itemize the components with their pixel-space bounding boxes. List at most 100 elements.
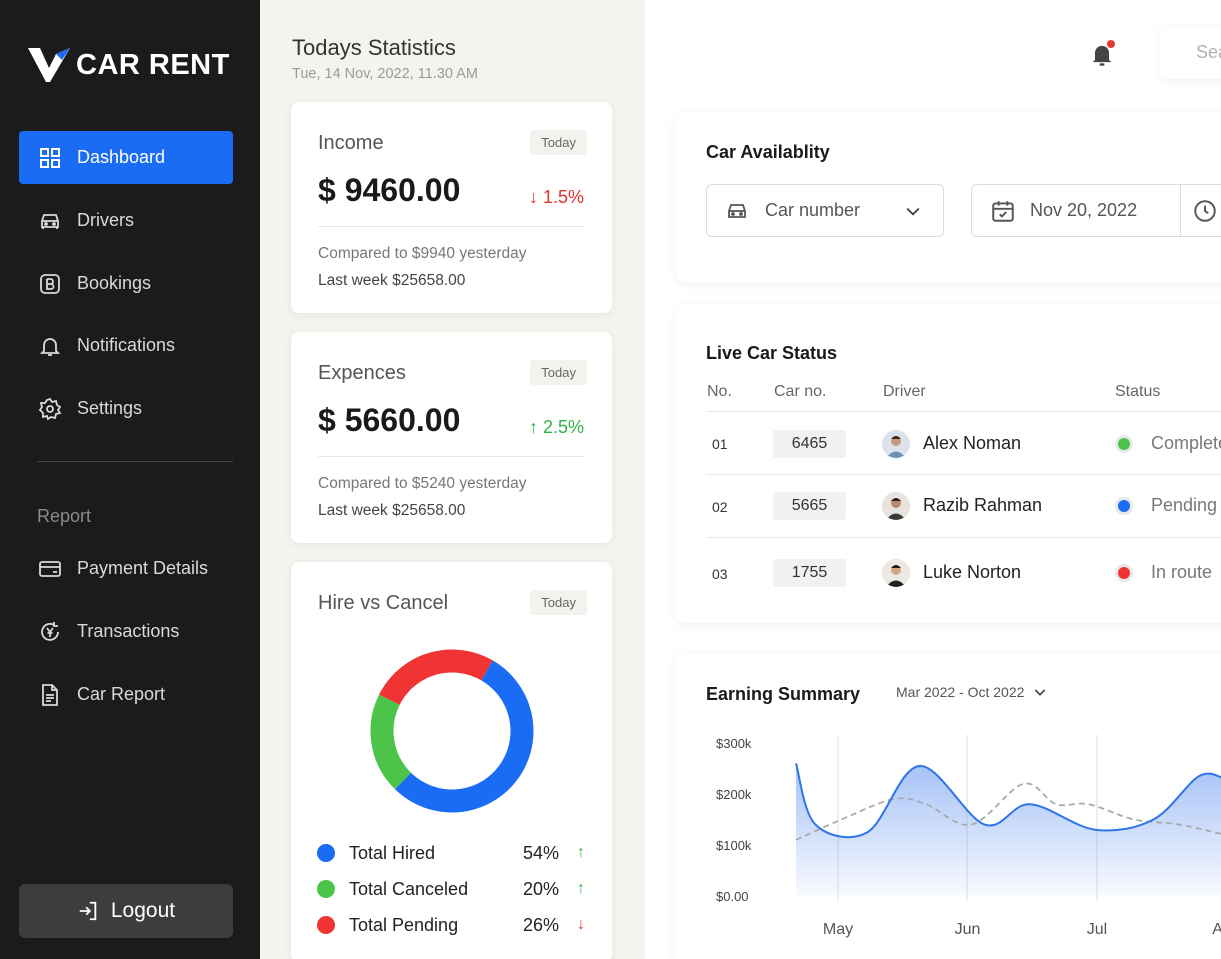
legend-dot bbox=[317, 916, 335, 934]
logout-label: Logout bbox=[110, 899, 176, 922]
legend-percent: 20% bbox=[522, 878, 559, 899]
earning-summary-card: Earning Summary Mar 2022 - Oct 2022 $300… bbox=[676, 653, 1221, 959]
notification-badge bbox=[1107, 40, 1115, 48]
sidebar-item-settings[interactable]: Settings bbox=[19, 382, 233, 435]
income-change: ↓ 1.5% bbox=[528, 187, 584, 207]
y-tick-label: $300k bbox=[716, 736, 752, 751]
car-number-chip: 5665 bbox=[773, 492, 846, 520]
card-divider bbox=[318, 456, 585, 457]
car-number-chip: 1755 bbox=[773, 559, 846, 587]
gear-icon bbox=[37, 396, 63, 422]
legend-label: Total Hired bbox=[349, 842, 436, 863]
income-card: Income Today $ 9460.00 ↓ 1.5% Compared t… bbox=[291, 102, 612, 313]
logout-button[interactable]: Logout bbox=[19, 884, 233, 938]
sidebar: CAR RENT Dashboard Drivers Bookings Noti… bbox=[0, 0, 260, 959]
donut-slice-total-hired bbox=[370, 649, 534, 813]
wallet-icon bbox=[37, 556, 63, 582]
statistics-date: Tue, 14 Nov, 2022, 11.30 AM bbox=[292, 66, 478, 82]
card-title: Income bbox=[318, 132, 384, 154]
sidebar-item-label: Drivers bbox=[77, 210, 134, 230]
brand-logo[interactable]: CAR RENT bbox=[26, 46, 230, 84]
legend-item-canceled: Total Canceled 20% ↑ bbox=[317, 878, 585, 900]
status-text: Completed bbox=[1151, 433, 1221, 453]
expenses-last-week: Last week $25658.00 bbox=[318, 502, 466, 519]
live-car-status-card: Live Car Status No. Car no. Driver Statu… bbox=[676, 305, 1221, 623]
avatar bbox=[882, 492, 910, 520]
row-divider bbox=[706, 537, 1221, 538]
sidebar-item-label: Bookings bbox=[77, 273, 152, 293]
row-number: 01 bbox=[712, 436, 728, 452]
row-number: 03 bbox=[712, 566, 728, 582]
column-header-car: Car no. bbox=[774, 383, 827, 400]
expenses-compare: Compared to $5240 yesterday bbox=[318, 475, 527, 492]
sidebar-item-label: Settings bbox=[77, 398, 143, 418]
sidebar-item-label: Car Report bbox=[77, 684, 166, 704]
statistics-panel: Todays Statistics Tue, 14 Nov, 2022, 11.… bbox=[260, 0, 645, 959]
search-input[interactable] bbox=[1160, 26, 1221, 79]
arrow-down-icon: ↓ bbox=[577, 916, 585, 933]
status-indicator bbox=[1115, 435, 1133, 453]
legend-label: Total Canceled bbox=[349, 878, 469, 899]
card-title: Hire vs Cancel bbox=[318, 592, 449, 614]
status-text: Pending bbox=[1151, 495, 1218, 515]
date-value: Nov 20, 2022 bbox=[1030, 200, 1138, 220]
legend-label: Total Pending bbox=[349, 914, 459, 935]
today-badge[interactable]: Today bbox=[530, 360, 587, 385]
live-car-status-title: Live Car Status bbox=[706, 343, 838, 363]
card-title: Expences bbox=[318, 362, 406, 384]
status-indicator bbox=[1115, 497, 1133, 515]
hire-cancel-donut-chart bbox=[370, 649, 534, 813]
sidebar-item-transactions[interactable]: Transactions bbox=[19, 605, 233, 658]
brand-name: CAR RENT bbox=[76, 48, 230, 81]
car-number-value: Car number bbox=[765, 200, 861, 220]
column-header-driver: Driver bbox=[883, 383, 926, 400]
earning-area-fill bbox=[796, 763, 1221, 896]
income-compare: Compared to $9940 yesterday bbox=[318, 245, 527, 262]
yen-coin-icon bbox=[37, 619, 63, 645]
grid-icon bbox=[37, 145, 63, 171]
donut-slice-total-canceled bbox=[370, 649, 534, 813]
date-picker[interactable]: Nov 20, 2022 bbox=[971, 184, 1221, 237]
sidebar-item-label: Dashboard bbox=[77, 147, 166, 167]
sidebar-item-label: Notifications bbox=[77, 335, 176, 355]
legend-percent: 26% bbox=[522, 914, 559, 935]
row-divider bbox=[706, 411, 1221, 412]
status-indicator bbox=[1115, 564, 1133, 582]
sidebar-item-notifications[interactable]: Notifications bbox=[19, 319, 233, 372]
hire-vs-cancel-card: Hire vs Cancel Today Total Hired 54% ↑ T… bbox=[291, 562, 612, 959]
legend-percent: 54% bbox=[522, 842, 559, 863]
sidebar-divider bbox=[37, 461, 233, 462]
car-availability-card: Car Availablity Car number Nov 20, 2022 bbox=[676, 112, 1221, 282]
income-last-week: Last week $25658.00 bbox=[318, 272, 466, 289]
car-availability-title: Car Availablity bbox=[706, 142, 830, 162]
car-icon bbox=[728, 203, 746, 218]
legend-item-pending: Total Pending 26% ↓ bbox=[317, 914, 585, 936]
arrow-up-icon: ↑ bbox=[577, 880, 585, 897]
column-header-no: No. bbox=[707, 383, 732, 400]
car-number-select[interactable]: Car number bbox=[706, 184, 944, 237]
today-badge[interactable]: Today bbox=[530, 590, 587, 615]
car-number-chip: 6465 bbox=[773, 430, 846, 458]
clock-icon[interactable] bbox=[1192, 198, 1218, 224]
today-badge[interactable]: Today bbox=[530, 130, 587, 155]
expenses-card: Expences Today $ 5660.00 ↑ 2.5% Compared… bbox=[291, 332, 612, 543]
statistics-title: Todays Statistics bbox=[292, 35, 456, 60]
expenses-amount: $ 5660.00 bbox=[318, 402, 461, 438]
donut-slice-total-pending bbox=[370, 649, 534, 813]
calendar-icon bbox=[992, 200, 1014, 222]
legend-dot bbox=[317, 844, 335, 862]
document-icon bbox=[37, 682, 63, 708]
sidebar-item-car-report[interactable]: Car Report bbox=[19, 668, 233, 721]
sidebar-item-bookings[interactable]: Bookings bbox=[19, 257, 233, 310]
status-text: In route bbox=[1151, 562, 1213, 582]
expenses-change: ↑ 2.5% bbox=[528, 417, 584, 437]
card-divider bbox=[318, 226, 585, 227]
divider bbox=[1180, 185, 1181, 236]
sidebar-item-dashboard[interactable]: Dashboard bbox=[19, 131, 233, 184]
sidebar-item-label: Transactions bbox=[77, 621, 180, 641]
search-bar[interactable] bbox=[1160, 26, 1221, 79]
row-divider bbox=[706, 474, 1221, 475]
sidebar-item-payment-details[interactable]: Payment Details bbox=[19, 542, 233, 595]
sidebar-item-drivers[interactable]: Drivers bbox=[19, 194, 233, 247]
sidebar-item-label: Payment Details bbox=[77, 558, 209, 578]
